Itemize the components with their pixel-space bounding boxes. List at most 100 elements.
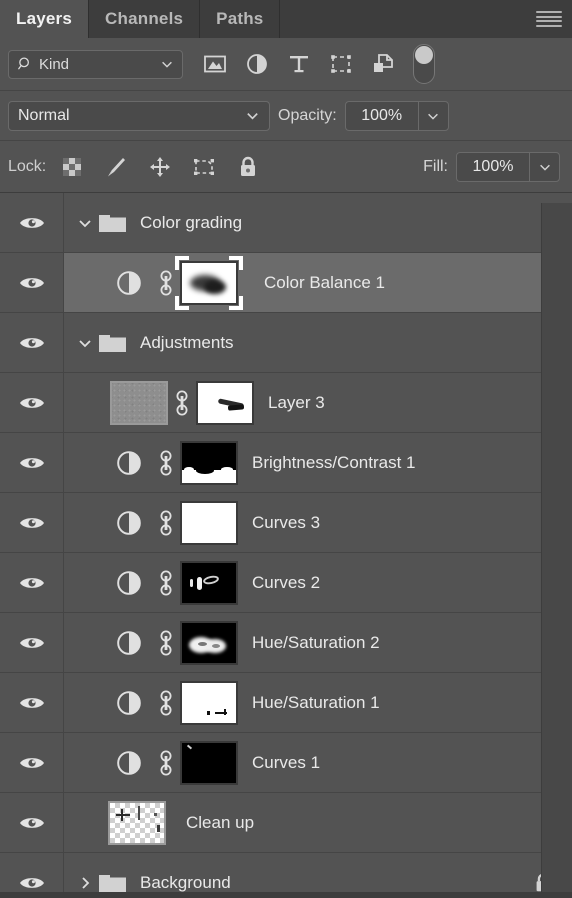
mask-link-icon[interactable] xyxy=(152,569,180,597)
filter-enable-toggle[interactable] xyxy=(413,44,435,84)
layer-row-content[interactable]: Brightness/Contrast 1 xyxy=(64,433,572,492)
eye-visibility-icon xyxy=(19,397,44,408)
adjustment-halfmoon-icon[interactable] xyxy=(116,690,142,716)
eye-visibility-icon xyxy=(19,577,44,588)
mask-link-icon[interactable] xyxy=(152,449,180,477)
layer-thumbnail[interactable] xyxy=(108,800,166,845)
mask-link-icon xyxy=(160,270,172,295)
lock-transparent-pixels-icon[interactable] xyxy=(60,155,84,179)
fill-control: Fill: 100% xyxy=(423,151,564,182)
layer-row-content[interactable]: Hue/Saturation 2 xyxy=(64,613,572,672)
tab-paths-label: Paths xyxy=(216,9,264,28)
layer-visibility-toggle[interactable] xyxy=(0,253,64,312)
layer-row-content[interactable]: Color Balance 1 xyxy=(64,253,572,312)
lock-all-icon[interactable] xyxy=(236,155,260,179)
layer-visibility-toggle[interactable] xyxy=(0,613,64,672)
layer-thumbnail[interactable] xyxy=(110,380,168,425)
opacity-control: 100% xyxy=(344,100,449,131)
layer-visibility-toggle[interactable] xyxy=(0,373,64,432)
fill-stepper-button[interactable] xyxy=(529,151,560,182)
layer-row-content[interactable]: Clean up xyxy=(64,793,572,852)
fill-input[interactable]: 100% xyxy=(456,151,529,182)
table-row[interactable]: Curves 1 xyxy=(0,733,572,793)
group-expand-toggle[interactable] xyxy=(72,215,98,231)
tab-paths[interactable]: Paths xyxy=(200,0,281,38)
opacity-stepper-button[interactable] xyxy=(417,100,449,131)
layer-mask-thumbnail[interactable] xyxy=(196,380,254,425)
table-row[interactable]: Layer 3 xyxy=(0,373,572,433)
layer-row-content[interactable]: Curves 3 xyxy=(64,493,572,552)
table-row[interactable]: Curves 2 xyxy=(0,553,572,613)
lock-buttons xyxy=(60,155,260,179)
layer-visibility-toggle[interactable] xyxy=(0,313,64,372)
chevron-down-icon xyxy=(79,219,91,227)
eye-visibility-icon xyxy=(19,637,44,648)
pixel-layer-filter-icon[interactable] xyxy=(203,52,227,76)
table-row[interactable]: Adjustments xyxy=(0,313,572,373)
lock-fill-row: Lock: Fill: 100% xyxy=(0,141,572,193)
layer-visibility-toggle[interactable] xyxy=(0,553,64,612)
chevron-right-icon xyxy=(82,876,90,889)
mask-link-icon[interactable] xyxy=(152,509,180,537)
adjustment-halfmoon-icon[interactable] xyxy=(116,570,142,596)
layer-mask-thumbnail[interactable] xyxy=(180,500,238,545)
layer-visibility-toggle[interactable] xyxy=(0,433,64,492)
hamburger-menu-icon[interactable] xyxy=(536,11,562,27)
blend-mode-dropdown[interactable]: Normal xyxy=(8,100,270,131)
layer-visibility-toggle[interactable] xyxy=(0,673,64,732)
smart-object-filter-icon[interactable] xyxy=(371,52,395,76)
eye-visibility-icon xyxy=(19,757,44,768)
mask-link-icon[interactable] xyxy=(152,749,180,777)
magnifier-icon xyxy=(18,56,29,69)
opacity-input[interactable]: 100% xyxy=(344,100,418,131)
tab-channels[interactable]: Channels xyxy=(89,0,201,38)
layer-mask-thumbnail[interactable] xyxy=(180,260,238,305)
table-row[interactable]: Brightness/Contrast 1 xyxy=(0,433,572,493)
layer-row-content[interactable]: Curves 1 xyxy=(64,733,572,792)
layer-mask-thumbnail[interactable] xyxy=(180,620,238,665)
type-layer-filter-icon[interactable] xyxy=(287,52,311,76)
adjustment-layer-filter-icon[interactable] xyxy=(245,52,269,76)
layer-mask-thumbnail[interactable] xyxy=(180,680,238,725)
layer-visibility-toggle[interactable] xyxy=(0,793,64,852)
adjustment-halfmoon-icon[interactable] xyxy=(116,270,142,296)
layer-row-content[interactable]: Adjustments xyxy=(64,313,572,372)
layer-mask-thumbnail[interactable] xyxy=(180,740,238,785)
mask-link-icon xyxy=(160,750,172,775)
layer-mask-thumbnail[interactable] xyxy=(180,440,238,485)
layer-row-content[interactable]: Curves 2 xyxy=(64,553,572,612)
table-row[interactable]: Color Balance 1 xyxy=(0,253,572,313)
adjustment-halfmoon-icon[interactable] xyxy=(116,750,142,776)
mask-link-icon[interactable] xyxy=(152,689,180,717)
mask-link-icon[interactable] xyxy=(152,629,180,657)
tab-layers[interactable]: Layers xyxy=(0,0,90,38)
layer-row-content[interactable]: Layer 3 xyxy=(64,373,572,432)
shape-layer-filter-icon[interactable] xyxy=(329,52,353,76)
group-expand-toggle[interactable] xyxy=(72,875,98,891)
layer-mask-thumbnail[interactable] xyxy=(180,560,238,605)
lock-image-pixels-icon[interactable] xyxy=(104,155,128,179)
filter-type-icons xyxy=(203,52,395,76)
table-row[interactable]: Clean up xyxy=(0,793,572,853)
lock-artboard-nesting-icon[interactable] xyxy=(192,155,216,179)
table-row[interactable]: Hue/Saturation 2 xyxy=(0,613,572,673)
eye-visibility-icon xyxy=(19,457,44,468)
mask-link-icon[interactable] xyxy=(168,389,196,417)
layer-row-content[interactable]: Hue/Saturation 1 xyxy=(64,673,572,732)
filter-kind-dropdown[interactable]: Kind xyxy=(8,49,183,79)
table-row[interactable]: Curves 3 xyxy=(0,493,572,553)
table-row[interactable]: Hue/Saturation 1 xyxy=(0,673,572,733)
adjustment-halfmoon-icon[interactable] xyxy=(116,450,142,476)
mask-link-icon xyxy=(160,510,172,535)
layer-list-scrollbar[interactable] xyxy=(541,203,572,892)
mask-link-icon[interactable] xyxy=(152,269,180,297)
layer-visibility-toggle[interactable] xyxy=(0,193,64,252)
adjustment-halfmoon-icon[interactable] xyxy=(116,510,142,536)
table-row[interactable]: Color grading xyxy=(0,193,572,253)
adjustment-halfmoon-icon[interactable] xyxy=(116,630,142,656)
layer-visibility-toggle[interactable] xyxy=(0,733,64,792)
lock-position-icon[interactable] xyxy=(148,155,172,179)
group-expand-toggle[interactable] xyxy=(72,335,98,351)
layer-visibility-toggle[interactable] xyxy=(0,493,64,552)
layer-row-content[interactable]: Color grading xyxy=(64,193,572,252)
